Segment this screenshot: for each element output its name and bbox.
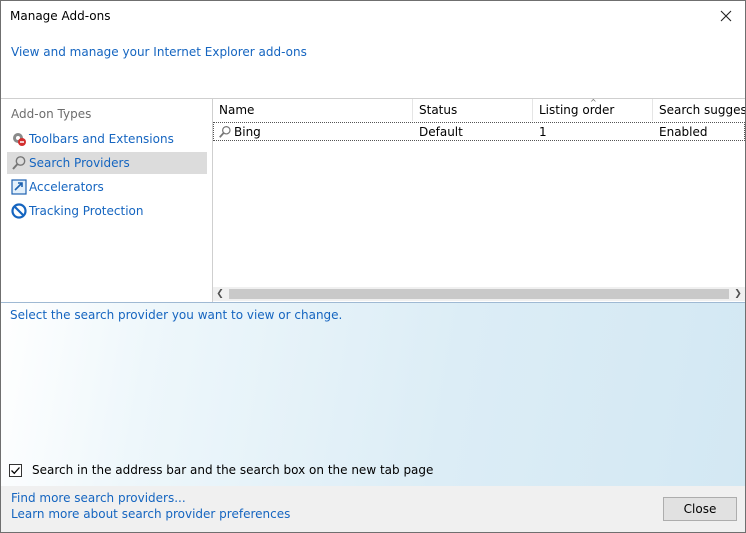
provider-listing-order: 1 xyxy=(539,124,547,139)
address-bar-search-option[interactable]: Search in the address bar and the search… xyxy=(9,463,433,477)
no-entry-icon xyxy=(11,203,27,219)
close-button[interactable]: Close xyxy=(663,497,737,521)
checkbox-label: Search in the address bar and the search… xyxy=(32,463,434,477)
checkmark-icon xyxy=(11,466,20,474)
accelerator-icon xyxy=(11,179,27,195)
sidebar-item-toolbars-extensions[interactable]: Toolbars and Extensions xyxy=(7,128,207,150)
horizontal-scrollbar[interactable]: ❮ ❯ xyxy=(213,287,745,301)
sidebar-item-label: Toolbars and Extensions xyxy=(29,132,174,146)
magnifier-icon xyxy=(218,125,232,139)
close-icon xyxy=(720,10,732,22)
addon-types-title: Add-on Types xyxy=(11,107,92,121)
learn-more-preferences-link[interactable]: Learn more about search provider prefere… xyxy=(11,507,290,521)
provider-search-suggestions: Enabled xyxy=(659,124,708,139)
close-window-button[interactable] xyxy=(715,5,737,27)
column-header-status[interactable]: Status xyxy=(413,99,533,121)
scrollbar-thumb[interactable] xyxy=(229,289,729,299)
sidebar-item-accelerators[interactable]: Accelerators xyxy=(7,176,207,198)
scroll-left-icon[interactable]: ❮ xyxy=(213,287,227,301)
title-bar: Manage Add-ons xyxy=(1,1,745,33)
addon-types-sidebar: Add-on Types Toolbars and Extensions Sea… xyxy=(1,99,212,301)
view-manage-addons-link[interactable]: View and manage your Internet Explorer a… xyxy=(11,45,307,59)
provider-name-cell: Bing xyxy=(218,123,261,140)
column-header-name[interactable]: Name xyxy=(213,99,413,121)
details-pane: Select the search provider you want to v… xyxy=(1,302,745,486)
find-more-providers-link[interactable]: Find more search providers... xyxy=(11,491,186,505)
search-providers-list: Name Status Listing order ^ Search sugge… xyxy=(213,99,745,302)
address-bar-search-checkbox[interactable] xyxy=(9,463,22,477)
footer: Find more search providers... Learn more… xyxy=(1,486,745,532)
column-header-search-suggestions[interactable]: Search suggestic xyxy=(653,99,745,121)
provider-name: Bing xyxy=(234,124,261,139)
sidebar-item-label: Search Providers xyxy=(29,156,130,170)
magnifier-icon xyxy=(11,155,27,171)
sidebar-item-label: Accelerators xyxy=(29,180,104,194)
details-prompt: Select the search provider you want to v… xyxy=(10,308,343,322)
table-row[interactable]: Bing Default 1 Enabled xyxy=(213,122,745,141)
gear-puzzle-icon xyxy=(11,131,27,147)
scroll-right-icon[interactable]: ❯ xyxy=(731,287,745,301)
provider-status: Default xyxy=(419,124,463,139)
window-title: Manage Add-ons xyxy=(10,9,111,23)
sidebar-item-search-providers[interactable]: Search Providers xyxy=(7,152,207,174)
sidebar-item-tracking-protection[interactable]: Tracking Protection xyxy=(7,200,207,222)
manage-addons-window: Manage Add-ons View and manage your Inte… xyxy=(0,0,746,533)
sort-ascending-icon: ^ xyxy=(590,99,597,107)
sidebar-item-label: Tracking Protection xyxy=(29,204,144,218)
